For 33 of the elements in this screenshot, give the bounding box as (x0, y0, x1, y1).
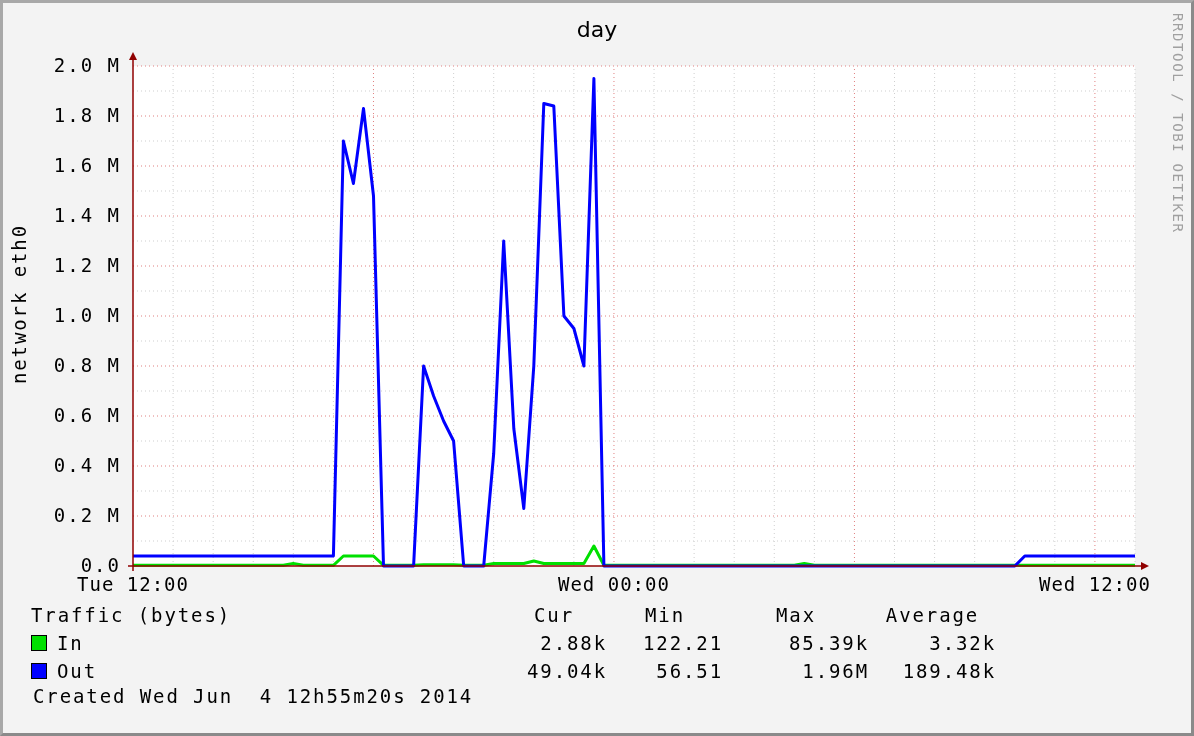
column-header: Cur (533, 604, 575, 626)
stat-value: 85.39k (787, 632, 869, 654)
y-axis-label: network eth0 (8, 224, 30, 385)
stat-value: 122.21 (641, 632, 723, 654)
stat-value: 1.96M (801, 660, 869, 682)
created-timestamp: Created Wed Jun 4 12h55m20s 2014 (32, 685, 474, 707)
stat-value: 49.04k (525, 660, 607, 682)
y-tick-label: 0.0 (80, 554, 121, 576)
x-tick-label: Wed 00:00 (558, 573, 670, 595)
column-header: Min (644, 604, 686, 626)
stat-value: 2.88k (539, 632, 607, 654)
stat-value: 3.32k (928, 632, 996, 654)
legend-label: Out (56, 660, 99, 682)
x-tick-label: Wed 12:00 (1038, 573, 1151, 595)
graph-title: day (576, 16, 618, 44)
y-tick-label: 0.2 M (53, 504, 121, 526)
legend-label: In (56, 632, 85, 654)
y-tick-label: 0.4 M (53, 454, 121, 476)
y-tick-label: 2.0 M (53, 54, 121, 76)
x-tick-label: Tue 12:00 (77, 573, 189, 595)
stat-value: 189.48k (901, 660, 996, 682)
vendor-label: RRDTOOL / TOBI OETIKER (1169, 13, 1186, 234)
y-tick-label: 1.0 M (53, 304, 121, 326)
stat-value: 56.51 (655, 660, 723, 682)
legend-title: Traffic (bytes) (31, 604, 233, 626)
y-tick-label: 1.2 M (53, 254, 121, 276)
column-header: Max (775, 604, 817, 626)
column-header: Average (884, 604, 981, 626)
y-tick-label: 1.4 M (53, 204, 121, 226)
y-tick-label: 0.8 M (53, 354, 121, 376)
y-tick-label: 1.8 M (53, 104, 121, 126)
y-tick-label: 0.6 M (53, 404, 121, 426)
y-tick-label: 1.6 M (53, 154, 121, 176)
